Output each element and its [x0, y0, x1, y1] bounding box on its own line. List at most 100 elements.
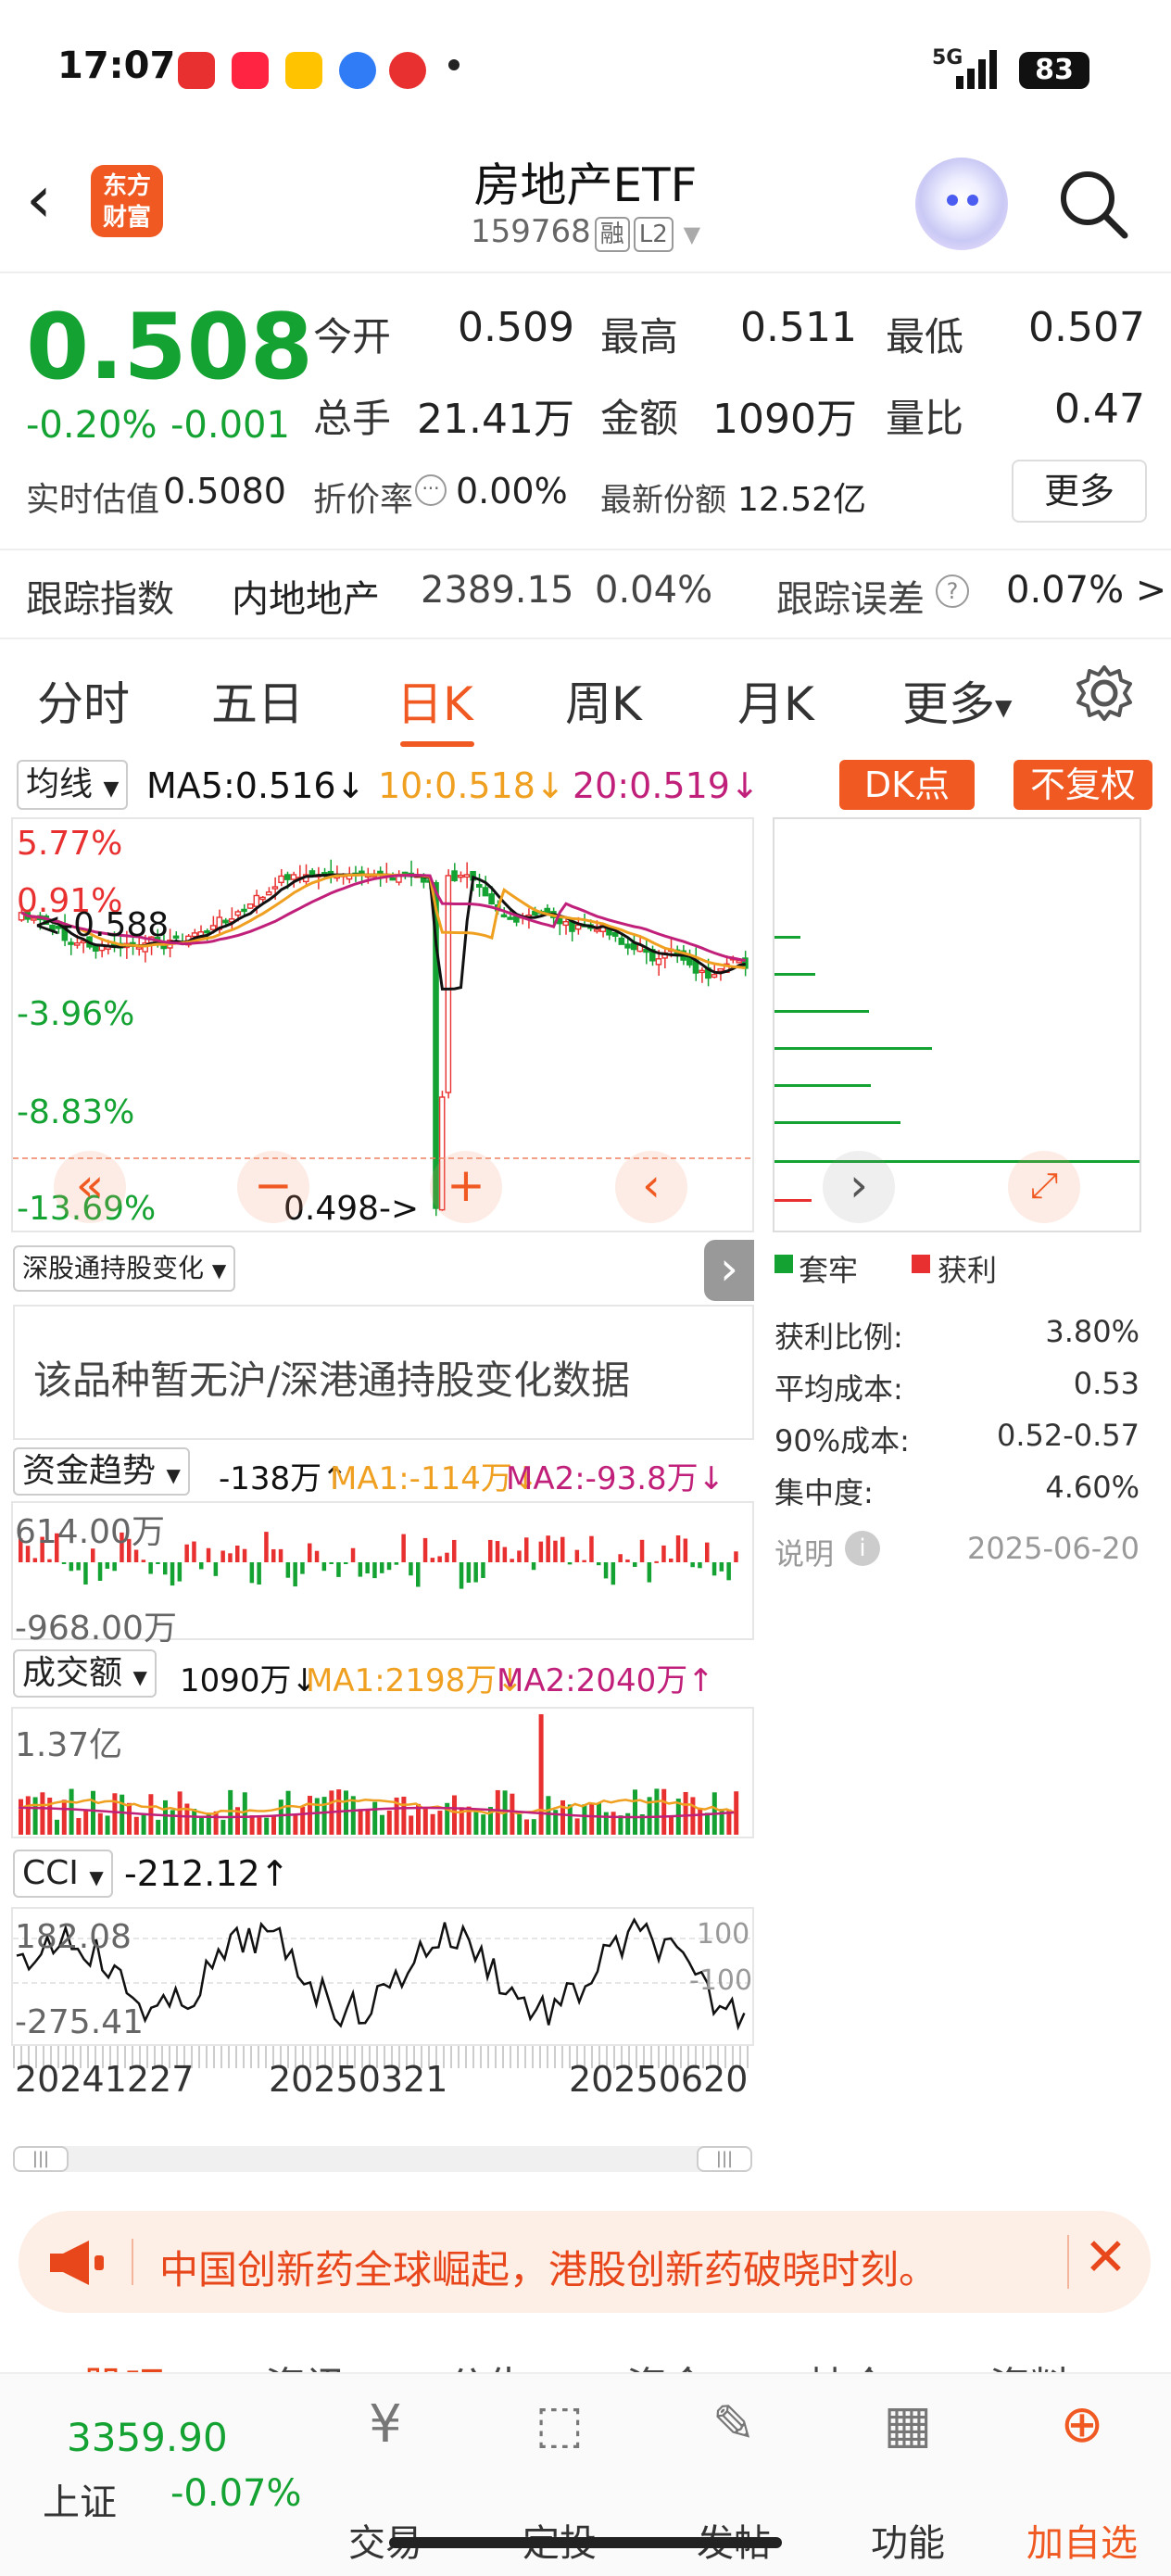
sh-index-name[interactable]: 上证 — [43, 2472, 117, 2526]
collapse-side-panel-icon[interactable]: › — [704, 1240, 754, 1301]
kline-chart[interactable]: 5.77% 0.91% -3.96% -8.83% -13.69% <-0.58… — [11, 817, 754, 1232]
hk-connect-selector-label: 深股通持股变化 — [22, 1253, 205, 1283]
help-icon[interactable]: ? — [936, 575, 969, 608]
avg-cost-value: 0.53 — [1073, 1366, 1140, 1401]
turnover-bar — [61, 1799, 67, 1835]
fund-flow-bar — [192, 1541, 196, 1562]
range-slider-track[interactable]: ||| ||| — [13, 2146, 752, 2172]
tab-monthly-k[interactable]: 月K — [737, 667, 814, 734]
turnover-bar — [156, 1819, 161, 1835]
fund-flow-selector[interactable]: 资金趋势 ▼ — [13, 1447, 190, 1496]
more-button[interactable]: 更多 — [1012, 460, 1147, 523]
kline-candle — [445, 875, 452, 1093]
nav-add-watchlist[interactable]: ⊕ 加自选 — [1017, 2374, 1147, 2576]
cci-selector[interactable]: CCI ▼ — [13, 1850, 113, 1898]
tab-intraday[interactable]: 分时 — [37, 667, 130, 734]
step-right-icon[interactable]: › — [823, 1151, 895, 1223]
cci-ref-low: -100 — [689, 1964, 753, 1997]
fund-flow-chart: 614.00万 -968.00万 — [11, 1501, 754, 1648]
turnover-ma1: MA1:2198万↓ — [306, 1662, 523, 1699]
kline-candle — [544, 907, 551, 914]
dk-point-button[interactable]: DK点 — [839, 760, 975, 810]
profit-ratio-label: 获利比例: — [774, 1320, 903, 1355]
volume-value: 21.41万 — [417, 396, 574, 443]
fund-flow-bar — [711, 1562, 717, 1576]
kline-candle — [290, 874, 297, 880]
change-amount: -0.001 — [170, 404, 290, 447]
tab-five-day[interactable]: 五日 — [211, 667, 304, 734]
tracking-error-value[interactable]: 0.07% > — [1006, 569, 1166, 612]
kline-candle — [717, 967, 724, 972]
turnover-bar — [531, 1819, 536, 1835]
ma-selector[interactable]: 均线 ▼ — [17, 760, 129, 810]
info-icon[interactable]: i — [845, 1531, 880, 1566]
fund-flow-bar — [611, 1562, 616, 1585]
change-percent: -0.20% — [26, 404, 157, 447]
nav-functions[interactable]: ▦ 功能 — [843, 2374, 973, 2576]
news-banner[interactable]: 中国创新药全球崛起，港股创新药破晓时刻。 ✕ — [19, 2211, 1151, 2313]
caret-down-icon: ▼ — [211, 1259, 227, 1282]
tracking-index-name[interactable]: 内地地产 — [232, 569, 380, 623]
expand-icon[interactable]: ⤢ — [1008, 1151, 1080, 1223]
turnover-bar — [683, 1791, 688, 1835]
fund-flow-bar — [553, 1540, 558, 1562]
profit-ratio-value: 3.80% — [1045, 1314, 1140, 1349]
tab-news[interactable]: 资讯 — [265, 2354, 346, 2372]
fund-flow-bar — [213, 1562, 219, 1576]
tab-holdings[interactable]: 持仓 — [808, 2354, 889, 2372]
caret-down-icon: ▼ — [103, 777, 120, 801]
fund-flow-bar — [329, 1562, 334, 1564]
turnover-bar — [83, 1811, 89, 1835]
date-mid: 20250321 — [269, 2059, 448, 2100]
fund-flow-bar — [661, 1545, 666, 1562]
sh-index-value[interactable]: 3359.90 — [67, 2415, 228, 2460]
turnover-bar — [264, 1817, 270, 1835]
gear-icon[interactable] — [1075, 663, 1134, 723]
no-adjust-button[interactable]: 不复权 — [1014, 760, 1152, 810]
close-icon[interactable]: ✕ — [1084, 2228, 1127, 2288]
fund-flow-bar — [350, 1547, 356, 1562]
sh-index-change: -0.07% — [170, 2472, 302, 2515]
tab-guba[interactable]: 股吧 — [83, 2354, 165, 2372]
hk-connect-selector[interactable]: 深股通持股变化 ▼ — [13, 1245, 236, 1292]
tab-daily-k[interactable]: 日K — [397, 667, 473, 734]
search-icon[interactable] — [1056, 167, 1130, 241]
tab-weekly-k[interactable]: 周K — [565, 667, 642, 734]
step-left-icon[interactable]: ‹ — [615, 1151, 687, 1223]
turnover-bar — [538, 1714, 544, 1835]
turnover-bar — [344, 1790, 348, 1835]
tab-announcements[interactable]: 公告 — [447, 2354, 528, 2372]
turnover-bar — [698, 1809, 703, 1835]
fund-flow-bar — [582, 1559, 586, 1562]
tab-funds[interactable]: 资金 — [626, 2354, 708, 2372]
range-slider-right-handle[interactable]: ||| — [697, 2146, 752, 2172]
fund-flow-bar — [603, 1562, 609, 1579]
turnover-selector[interactable]: 成交额 ▼ — [13, 1649, 157, 1698]
zoom-out-icon[interactable]: − — [237, 1151, 309, 1223]
battery-indicator: 83 — [1019, 52, 1089, 89]
discount-value: 0.00% — [456, 471, 568, 511]
tab-more[interactable]: 更多▼ — [902, 667, 1012, 734]
note-label[interactable]: 说明 — [774, 1531, 834, 1573]
fund-flow-bar — [358, 1562, 363, 1577]
turnover-bar — [365, 1809, 371, 1835]
level2-tag: L2 — [633, 217, 674, 252]
range-slider-left-handle[interactable]: ||| — [13, 2146, 69, 2172]
fund-flow-bar — [567, 1562, 573, 1565]
kline-candle — [389, 877, 397, 881]
fund-flow-bar — [726, 1562, 731, 1581]
cci-min: -275.41 — [15, 2003, 144, 2041]
date-end: 20250620 — [569, 2059, 749, 2100]
zoom-in-icon[interactable]: + — [430, 1151, 502, 1223]
caret-down-icon: ▼ — [166, 1464, 181, 1486]
info-dots-icon[interactable]: ··· — [415, 474, 447, 506]
turnover-bar — [654, 1788, 660, 1835]
turnover-bar — [141, 1814, 146, 1835]
fund-flow-bar — [546, 1535, 550, 1562]
tab-profile[interactable]: 资料 — [989, 2354, 1071, 2372]
assistant-robot-icon[interactable] — [915, 158, 1008, 250]
scroll-left-icon[interactable]: « — [54, 1151, 126, 1223]
kline-candle — [278, 875, 284, 884]
pct-label-max: 5.77% — [17, 825, 123, 863]
cci-chart: 182.08 -275.41 100 -100 — [11, 1907, 754, 2046]
